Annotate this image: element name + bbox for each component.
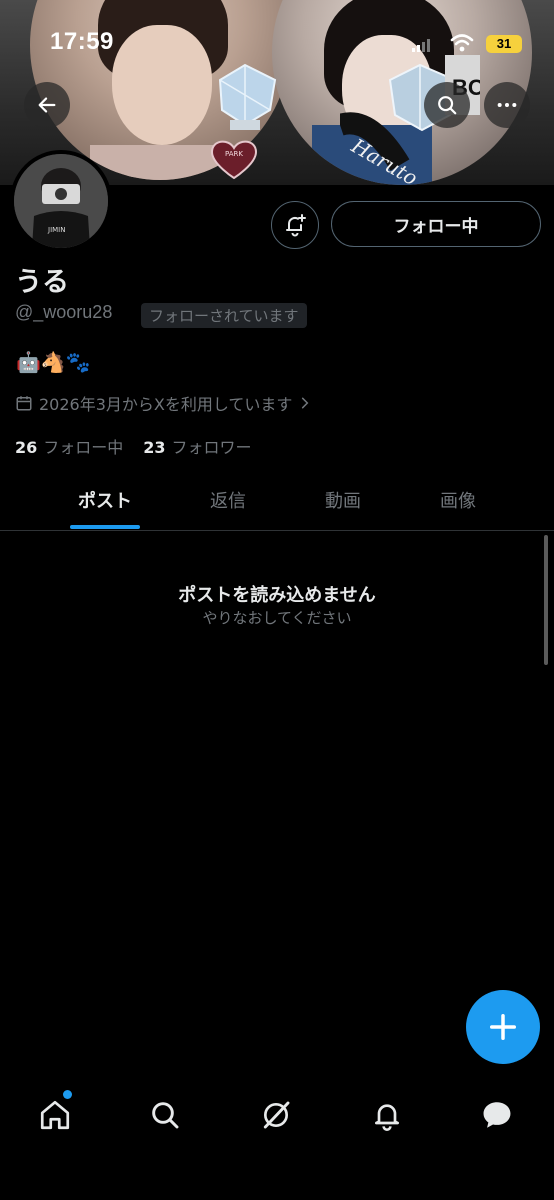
search-icon bbox=[438, 96, 457, 115]
followers-label: フォロワー bbox=[171, 438, 252, 457]
more-horizontal-icon bbox=[497, 102, 517, 108]
tab-videos[interactable]: 動画 bbox=[283, 470, 403, 530]
nav-notifications[interactable] bbox=[362, 1090, 412, 1140]
more-options-button[interactable] bbox=[484, 82, 530, 128]
nav-search[interactable] bbox=[140, 1090, 190, 1140]
notifications-icon bbox=[375, 1104, 399, 1131]
notifications-toggle-button[interactable] bbox=[271, 201, 319, 249]
search-icon bbox=[152, 1102, 179, 1129]
bio: 🤖🐴🐾 bbox=[16, 350, 91, 374]
calendar-icon bbox=[16, 396, 32, 411]
profile-tabs: ポスト 返信 動画 画像 bbox=[0, 470, 554, 531]
back-arrow-icon bbox=[38, 97, 56, 113]
feed-error-title: ポストを読み込めません bbox=[178, 585, 376, 606]
following-count: 26 bbox=[15, 438, 38, 457]
user-handle: @_wooru28 bbox=[15, 302, 113, 322]
wifi-icon bbox=[450, 34, 474, 52]
home-icon bbox=[40, 1100, 70, 1130]
lightstick-image: PARK bbox=[210, 63, 277, 180]
status-time: 17:59 bbox=[50, 28, 114, 55]
avatar-photo: JIMIN bbox=[14, 154, 108, 248]
chevron-right-icon bbox=[302, 397, 309, 409]
follows-you-badge: フォローされています bbox=[141, 303, 307, 328]
feed-error-retry[interactable]: やりなおしてください bbox=[0, 607, 554, 628]
tab-images[interactable]: 画像 bbox=[398, 470, 518, 530]
grok-icon bbox=[263, 1101, 290, 1129]
avatar[interactable]: JIMIN bbox=[10, 150, 112, 252]
nav-messages[interactable] bbox=[472, 1090, 522, 1140]
battery-indicator: 31 bbox=[486, 35, 522, 53]
svg-text:PARK: PARK bbox=[225, 150, 243, 158]
bell-plus-icon bbox=[286, 214, 306, 237]
followers-link[interactable]: 23 フォロワー bbox=[143, 434, 251, 458]
back-button[interactable] bbox=[24, 82, 70, 128]
active-tab-indicator bbox=[70, 525, 140, 529]
joined-date-text: 2026年3月からXを利用しています bbox=[39, 395, 293, 414]
display-name: うる bbox=[15, 267, 69, 298]
tab-replies[interactable]: 返信 bbox=[168, 470, 288, 530]
joined-date-row[interactable]: 2026年3月からXを利用しています bbox=[15, 391, 312, 415]
compose-button[interactable] bbox=[466, 990, 540, 1064]
home-unread-dot bbox=[63, 1090, 72, 1099]
plus-icon bbox=[490, 1014, 516, 1040]
nav-grok[interactable] bbox=[251, 1090, 301, 1140]
bottom-navigation bbox=[0, 1080, 554, 1150]
messages-icon bbox=[483, 1102, 511, 1128]
search-button[interactable] bbox=[424, 82, 470, 128]
tab-posts[interactable]: ポスト bbox=[45, 470, 165, 530]
following-button[interactable]: フォロー中 bbox=[331, 201, 541, 247]
nav-home[interactable] bbox=[30, 1090, 80, 1140]
follow-counts: 26 フォロー中 23 フォロワー bbox=[15, 434, 252, 458]
cellular-signal-icon bbox=[412, 39, 430, 52]
svg-text:JIMIN: JIMIN bbox=[47, 226, 65, 234]
following-link[interactable]: 26 フォロー中 bbox=[15, 434, 123, 458]
followers-count: 23 bbox=[143, 438, 166, 457]
following-label: フォロー中 bbox=[43, 438, 124, 457]
